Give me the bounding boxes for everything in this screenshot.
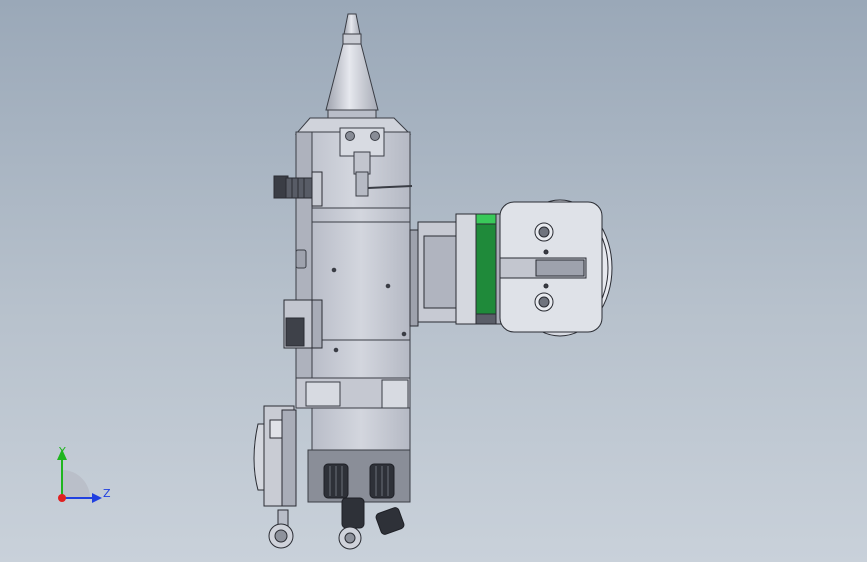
triad-quadrant bbox=[62, 470, 90, 498]
axis-origin bbox=[58, 494, 66, 502]
z-axis-label: Z bbox=[103, 487, 111, 500]
mount-disc bbox=[499, 199, 613, 337]
middle-body bbox=[295, 207, 411, 381]
motor-assembly bbox=[409, 213, 505, 327]
axis-triad: Y Z bbox=[57, 445, 111, 503]
nozzle-cone bbox=[294, 13, 412, 135]
z-axis-arrow bbox=[92, 493, 102, 503]
y-axis-label: Y bbox=[58, 445, 66, 458]
left-bracket bbox=[253, 405, 297, 507]
cad-viewport[interactable]: Y Z bbox=[0, 0, 867, 562]
side-clamp bbox=[283, 299, 323, 349]
